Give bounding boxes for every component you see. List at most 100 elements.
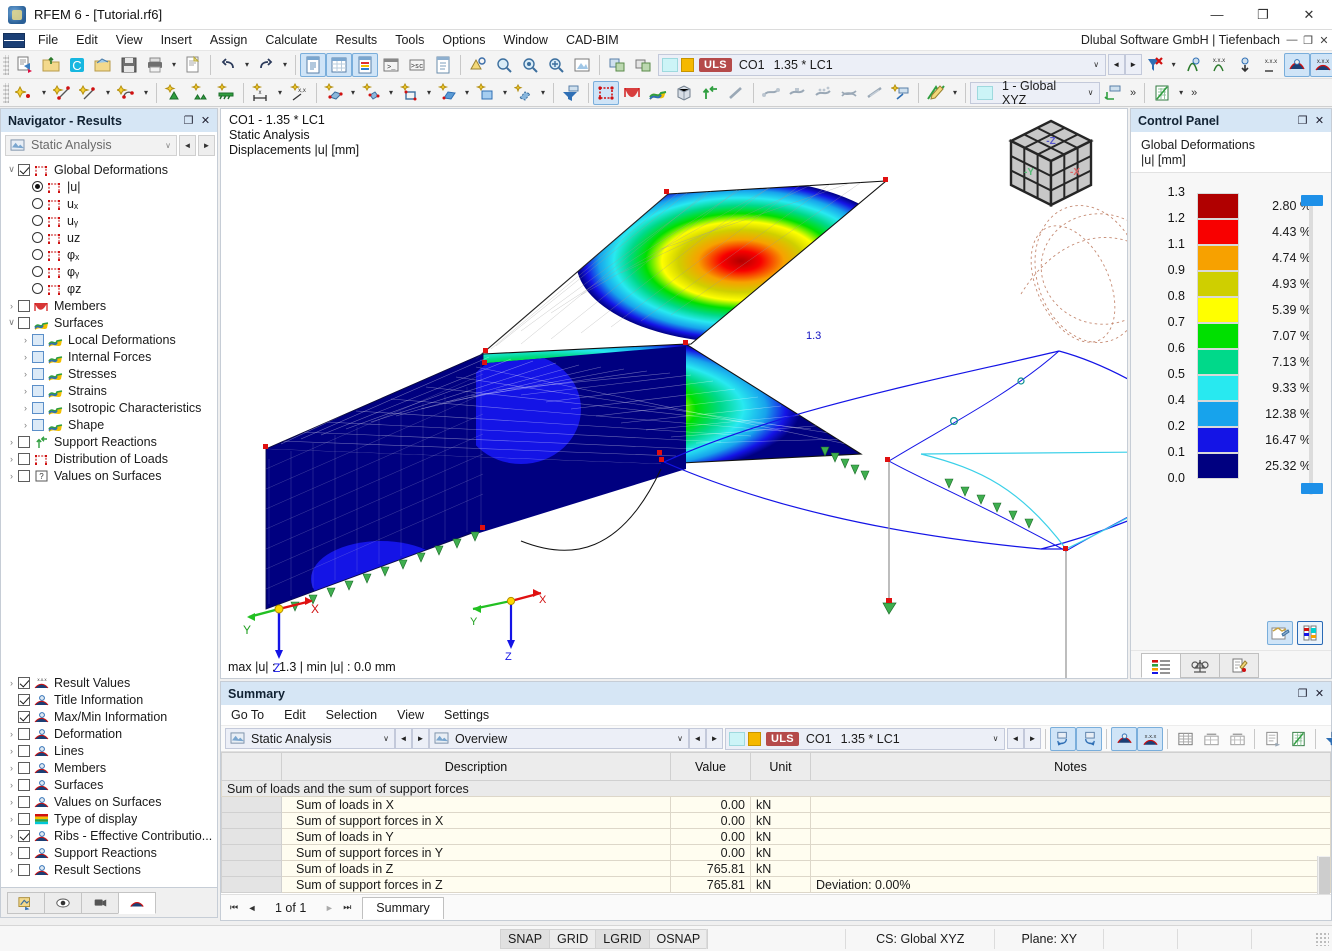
summary-menu-edit[interactable]: Edit — [274, 706, 316, 724]
display-mode-2-button[interactable] — [630, 53, 656, 77]
mdi-restore-button[interactable]: ❐ — [1300, 31, 1316, 49]
coordinate-system-caret[interactable]: ∨ — [1082, 83, 1099, 103]
toolbar2-overflow-1-button[interactable]: » — [1126, 87, 1140, 99]
legend-color-band[interactable] — [1197, 427, 1239, 453]
diagram-style-5-button[interactable] — [862, 81, 888, 105]
navigator-tab-views[interactable] — [81, 891, 119, 914]
nodal-support-button[interactable] — [161, 81, 187, 105]
window-maximize-button[interactable]: ❐ — [1240, 0, 1286, 30]
legend-color-band[interactable] — [1197, 375, 1239, 401]
tree-checkbox[interactable] — [18, 299, 30, 312]
zoom-all-button[interactable] — [517, 53, 543, 77]
toolbar-grip-2[interactable] — [3, 82, 9, 103]
table-redo-button[interactable] — [1076, 726, 1102, 751]
tree-checkbox[interactable] — [18, 435, 30, 448]
summary-load-combination-caret[interactable]: ∨ — [987, 729, 1004, 749]
diagram-style-3-button[interactable] — [810, 81, 836, 105]
clear-results-caret[interactable]: ▾ — [1168, 53, 1180, 77]
chevron-down-icon[interactable]: ∨ — [5, 317, 18, 328]
render-view-button[interactable] — [465, 53, 491, 77]
show-deformations-button[interactable] — [593, 80, 619, 105]
cloud-open-button[interactable]: C — [64, 53, 90, 77]
table-row[interactable]: Sum of support forces in X 0.00 kN — [221, 812, 1331, 829]
menu-tools[interactable]: Tools — [386, 31, 433, 49]
legend-slider-thumb-min[interactable] — [1301, 483, 1323, 494]
report-button[interactable] — [430, 53, 456, 77]
result-values-label-button[interactable]: x.x.x — [1258, 53, 1284, 77]
legend-color-band[interactable] — [1197, 245, 1239, 271]
chevron-right-icon[interactable]: › — [5, 831, 18, 841]
tree-checkbox[interactable] — [18, 676, 30, 689]
tree-item-global-deformations[interactable]: ∨ Global Deformations — [1, 161, 217, 178]
tree-checkbox[interactable] — [18, 469, 30, 482]
menu-insert[interactable]: Insert — [152, 31, 201, 49]
summary-table-scrollbar[interactable] — [1317, 856, 1330, 894]
model-data-table-button[interactable] — [300, 52, 326, 77]
display-item-support-reactions[interactable]: › Support Reactions — [1, 844, 217, 861]
line-support-button[interactable] — [187, 81, 213, 105]
diagram-style-4-button[interactable] — [836, 81, 862, 105]
surface-load-caret[interactable]: ▾ — [461, 81, 473, 105]
color-scale-caret[interactable]: ▾ — [949, 81, 961, 105]
load-combination-prev-button[interactable]: ◄ — [1107, 54, 1125, 75]
save-button[interactable] — [116, 53, 142, 77]
surface-load-button[interactable] — [435, 81, 461, 105]
menu-file[interactable]: File — [29, 31, 67, 49]
table-row[interactable]: Sum of loads in Z 765.81 kN — [221, 860, 1331, 877]
menu-options[interactable]: Options — [433, 31, 494, 49]
open-example-button[interactable] — [90, 53, 116, 77]
member-load-caret[interactable]: ▾ — [423, 81, 435, 105]
script-button[interactable]: >sc — [404, 53, 430, 77]
show-support-reactions-button[interactable] — [697, 81, 723, 105]
spreadsheet-export-button[interactable] — [1149, 81, 1175, 105]
navigator-tab-model[interactable] — [7, 891, 45, 914]
tree-item-u[interactable]: |u| — [1, 178, 217, 195]
summary-view-prev[interactable]: ◄ — [689, 728, 706, 749]
legend-slider-thumb-max[interactable] — [1301, 195, 1323, 206]
tree-item-u[interactable]: uᵧ — [1, 212, 217, 229]
table-row[interactable]: Sum of loads in Y 0.00 kN — [221, 828, 1331, 845]
table-view-col-button[interactable] — [1224, 727, 1250, 751]
open-file-button[interactable] — [38, 53, 64, 77]
navigator-close-button[interactable]: ✕ — [197, 112, 214, 129]
navigator-tab-results[interactable] — [118, 891, 156, 914]
free-load-button[interactable] — [473, 81, 499, 105]
menu-cad-bim[interactable]: CAD-BIM — [557, 31, 628, 49]
tree-item-local-deformations[interactable]: › Local Deformations — [1, 331, 217, 348]
menu-results[interactable]: Results — [327, 31, 387, 49]
dimension-button[interactable]: x — [248, 81, 274, 105]
undo-dropdown-caret[interactable]: ▾ — [241, 53, 253, 77]
table-show-deformation-button[interactable] — [1111, 726, 1137, 751]
toolbar-grip[interactable] — [3, 54, 9, 75]
result-diagram-button[interactable] — [1180, 53, 1206, 77]
control-panel-close-button[interactable]: ✕ — [1311, 112, 1328, 129]
tree-item-distribution-of-loads[interactable]: › Distribution of Loads — [1, 450, 217, 467]
chevron-right-icon[interactable]: › — [5, 763, 18, 773]
spreadsheet-caret[interactable]: ▾ — [1175, 81, 1187, 105]
chevron-right-icon[interactable]: › — [5, 471, 18, 481]
summary-view-caret[interactable]: ∨ — [672, 734, 688, 743]
legend-color-band[interactable] — [1197, 401, 1239, 427]
navigator-analysis-caret[interactable]: ∨ — [160, 141, 176, 150]
navigator-analysis-select[interactable]: Static Analysis ∨ — [5, 134, 177, 156]
diagram-style-1-button[interactable] — [758, 81, 784, 105]
new-member-caret[interactable]: ▾ — [102, 81, 114, 105]
chevron-right-icon[interactable]: › — [5, 865, 18, 875]
mdi-minimize-button[interactable]: — — [1284, 31, 1300, 49]
chevron-right-icon[interactable]: › — [5, 454, 18, 464]
status-snap-toggle[interactable]: SNAP — [500, 928, 551, 949]
chevron-right-icon[interactable]: › — [19, 420, 32, 430]
resize-grip[interactable] — [1315, 931, 1329, 946]
tree-item-support-reactions[interactable]: › Support Reactions — [1, 433, 217, 450]
chevron-right-icon[interactable]: › — [5, 437, 18, 447]
tree-item-shape[interactable]: › Shape — [1, 416, 217, 433]
tree-checkbox[interactable] — [18, 710, 30, 723]
legend-scale-edit-button[interactable] — [1297, 621, 1323, 645]
tree-checkbox[interactable] — [32, 384, 44, 397]
menu-view[interactable]: View — [107, 31, 152, 49]
control-panel-tab-display[interactable] — [1219, 653, 1259, 678]
menu-calculate[interactable]: Calculate — [256, 31, 326, 49]
diagram-style-2-button[interactable] — [784, 81, 810, 105]
filter-results-button[interactable] — [558, 81, 584, 105]
rotate-view-button[interactable] — [569, 53, 595, 77]
